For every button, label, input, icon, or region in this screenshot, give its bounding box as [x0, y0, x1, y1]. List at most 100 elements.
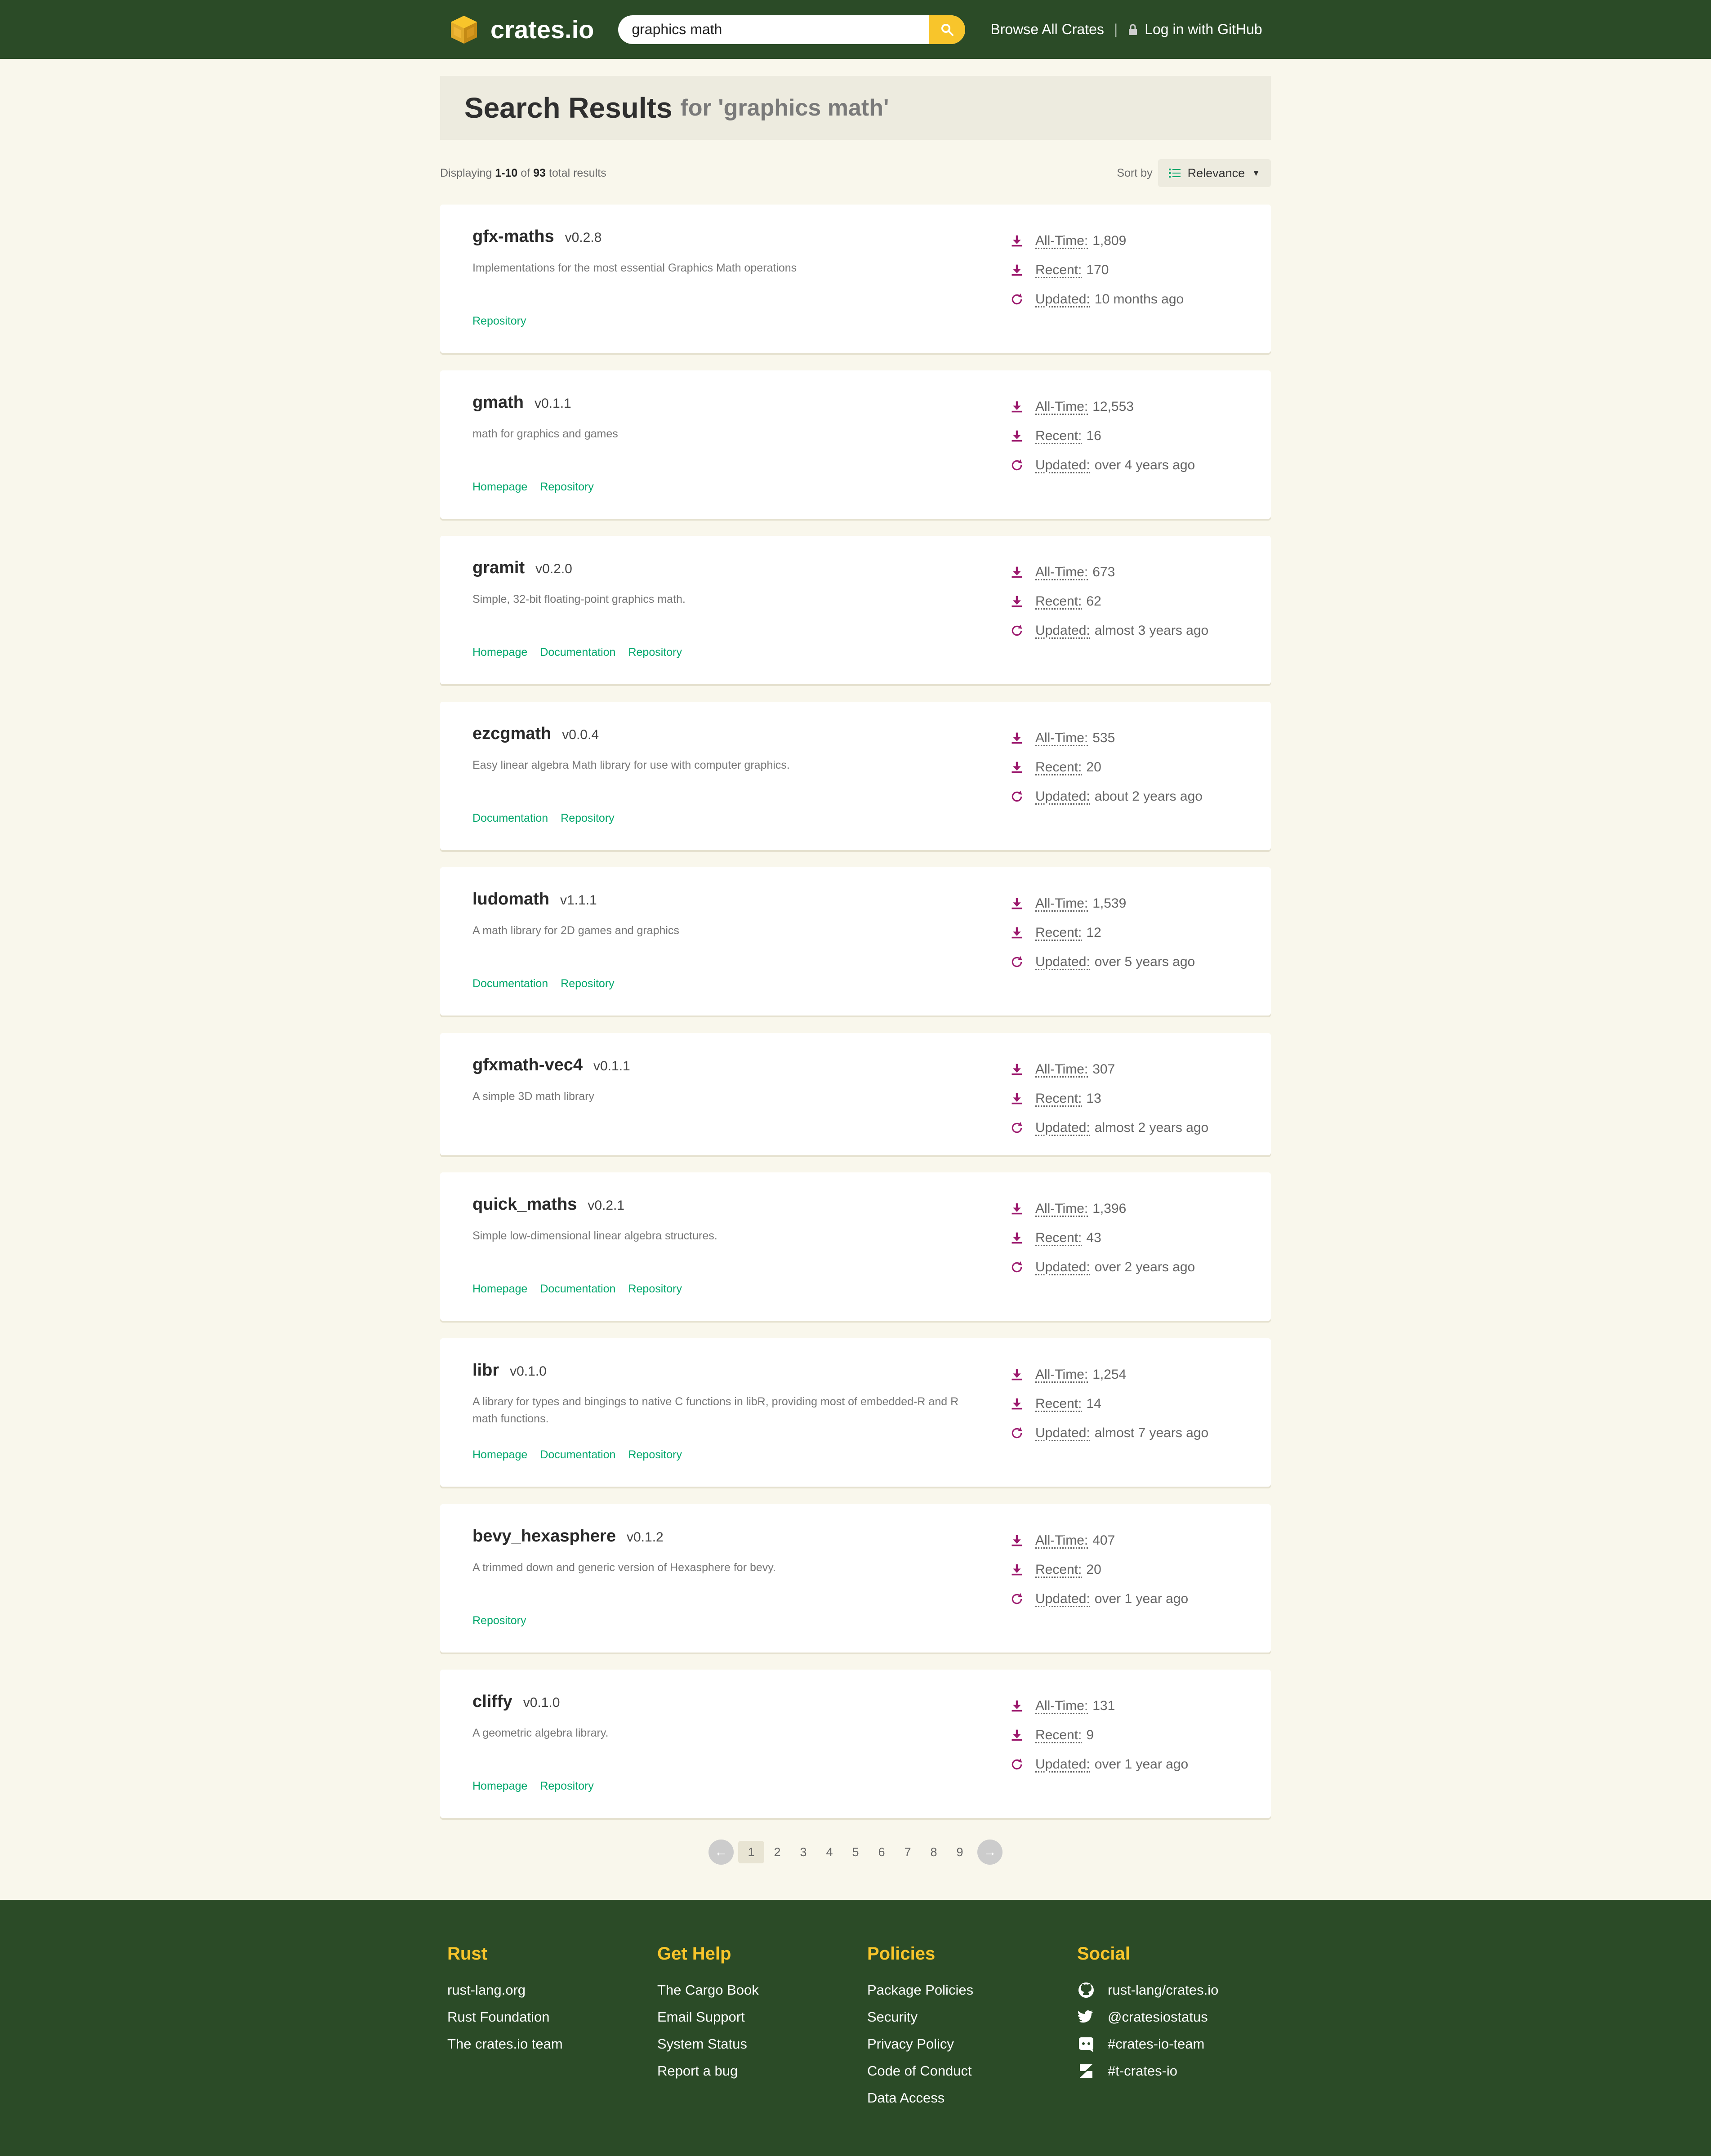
crate-name-link[interactable]: libr v0.1.0 — [472, 1361, 547, 1380]
stat-all-time: All-Time: 131 — [1009, 1691, 1188, 1720]
page-6-link[interactable]: 6 — [869, 1841, 895, 1863]
crate-link-documentation[interactable]: Documentation — [540, 646, 615, 659]
download-icon — [1009, 1062, 1025, 1077]
results-count: Displaying 1-10 of 93 total results — [440, 167, 606, 180]
results-suffix: total results — [548, 166, 606, 179]
crate-link-homepage[interactable]: Homepage — [472, 646, 527, 659]
footer-link[interactable]: System Status — [657, 2031, 759, 2058]
stat-label-updated: Updated: — [1035, 291, 1090, 307]
crate-card: cliffy v0.1.0 A geometric algebra library… — [440, 1670, 1271, 1818]
crate-link-documentation[interactable]: Documentation — [540, 1283, 615, 1296]
crate-name-link[interactable]: ezcgmath v0.0.4 — [472, 724, 599, 744]
footer-link[interactable]: #crates-io-team — [1077, 2031, 1218, 2058]
crate-link-documentation[interactable]: Documentation — [540, 1448, 615, 1461]
crate-link-repository[interactable]: Repository — [472, 1614, 526, 1627]
crate-link-repository[interactable]: Repository — [472, 315, 526, 328]
stat-label-updated: Updated: — [1035, 1591, 1090, 1606]
arrow-right-icon: → — [983, 1844, 997, 1859]
crate-link-repository[interactable]: Repository — [628, 646, 682, 659]
crate-link-homepage[interactable]: Homepage — [472, 481, 527, 494]
stat-updated: Updated: over 1 year ago — [1009, 1584, 1188, 1613]
stat-value-all-time: 535 — [1092, 730, 1115, 745]
footer-link[interactable]: Security — [867, 2004, 973, 2031]
crate-stats: All-Time: 12,553 Recent: 16 Updated: over 4… — [1009, 392, 1195, 480]
download-icon — [1009, 233, 1025, 249]
footer-link[interactable]: Privacy Policy — [867, 2031, 973, 2058]
page-2-link[interactable]: 2 — [764, 1841, 790, 1863]
crate-link-repository[interactable]: Repository — [561, 812, 615, 825]
footer-link-label: Privacy Policy — [867, 2036, 954, 2052]
download-icon — [1009, 1201, 1025, 1216]
next-page-button[interactable]: → — [977, 1840, 1003, 1865]
login-with-github-link[interactable]: Log in with GitHub — [1127, 21, 1262, 38]
footer-link[interactable]: Report a bug — [657, 2058, 759, 2085]
crate-link-repository[interactable]: Repository — [561, 977, 615, 990]
crate-name-link[interactable]: quick_maths v0.2.1 — [472, 1195, 624, 1214]
footer-link-label: The crates.io team — [447, 2036, 563, 2052]
stat-value-recent: 14 — [1086, 1396, 1101, 1411]
page-4-link[interactable]: 4 — [816, 1841, 842, 1863]
crate-name-link[interactable]: gramit v0.2.0 — [472, 558, 572, 578]
crate-name-link[interactable]: bevy_hexasphere v0.1.2 — [472, 1527, 664, 1546]
footer-link[interactable]: @cratesiostatus — [1077, 2004, 1218, 2031]
crate-card: gramit v0.2.0 Simple, 32-bit floating-poi… — [440, 536, 1271, 684]
crate-link-repository[interactable]: Repository — [540, 481, 594, 494]
stat-label-updated: Updated: — [1035, 788, 1090, 804]
crate-description: A simple 3D math library — [472, 1090, 594, 1103]
crate-links: Repository — [472, 315, 526, 328]
footer-link[interactable]: The crates.io team — [447, 2031, 563, 2058]
crate-name-link[interactable]: gmath v0.1.1 — [472, 393, 571, 412]
footer-link[interactable]: Package Policies — [867, 1977, 973, 2004]
download-icon — [1009, 399, 1025, 414]
crate-links: Homepage Documentation Repository — [472, 646, 682, 659]
footer-link[interactable]: Email Support — [657, 2004, 759, 2031]
footer-link[interactable]: Data Access — [867, 2085, 973, 2111]
search-input[interactable] — [618, 15, 930, 44]
crate-name-link[interactable]: gfxmath-vec4 v0.1.1 — [472, 1056, 630, 1075]
stat-value-updated: over 5 years ago — [1094, 954, 1195, 969]
crate-link-homepage[interactable]: Homepage — [472, 1448, 527, 1461]
stat-all-time: All-Time: 1,809 — [1009, 226, 1184, 255]
logo-text: crates.io — [490, 15, 594, 44]
page-1-link[interactable]: 1 — [738, 1841, 764, 1863]
crate-name-link[interactable]: gfx-maths v0.2.8 — [472, 227, 602, 246]
stat-label-recent: Recent: — [1035, 925, 1082, 940]
stat-value-all-time: 1,809 — [1092, 233, 1127, 248]
search-button[interactable] — [929, 15, 966, 44]
prev-page-button[interactable]: ← — [708, 1840, 734, 1865]
crate-link-homepage[interactable]: Homepage — [472, 1283, 527, 1296]
stat-label-recent: Recent: — [1035, 1091, 1082, 1106]
crate-name-link[interactable]: cliffy v0.1.0 — [472, 1692, 560, 1711]
browse-all-crates-link[interactable]: Browse All Crates — [990, 21, 1104, 38]
sort-value: Relevance — [1187, 166, 1245, 180]
footer-link[interactable]: Code of Conduct — [867, 2058, 973, 2085]
crate-links: Homepage Repository — [472, 1780, 594, 1793]
page-5-link[interactable]: 5 — [842, 1841, 869, 1863]
crate-links: Repository — [472, 1614, 526, 1627]
crate-link-repository[interactable]: Repository — [628, 1283, 682, 1296]
crate-link-documentation[interactable]: Documentation — [472, 977, 548, 990]
crates-io-logo-link[interactable]: crates.io — [447, 13, 594, 46]
crate-name-link[interactable]: ludomath v1.1.1 — [472, 890, 597, 909]
page-8-link[interactable]: 8 — [921, 1841, 947, 1863]
stat-value-updated: almost 2 years ago — [1094, 1120, 1209, 1135]
crate-links: Documentation Repository — [472, 977, 615, 990]
footer-link[interactable]: rust-lang/crates.io — [1077, 1977, 1218, 2004]
page-7-link[interactable]: 7 — [895, 1841, 921, 1863]
crate-stats: All-Time: 673 Recent: 62 Updated: almost 3 … — [1009, 557, 1208, 645]
login-label: Log in with GitHub — [1145, 21, 1262, 37]
footer-link[interactable]: rust-lang.org — [447, 1977, 563, 2004]
footer-column-title: Rust — [447, 1944, 487, 1964]
sort-dropdown[interactable]: Relevance ▼ — [1158, 159, 1271, 187]
footer-link[interactable]: Rust Foundation — [447, 2004, 563, 2031]
crate-link-repository[interactable]: Repository — [540, 1780, 594, 1793]
page-9-link[interactable]: 9 — [947, 1841, 973, 1863]
crate-link-repository[interactable]: Repository — [628, 1448, 682, 1461]
page-3-link[interactable]: 3 — [790, 1841, 816, 1863]
crate-description: Easy linear algebra Math library for use… — [472, 759, 790, 771]
footer-link[interactable]: The Cargo Book — [657, 1977, 759, 2004]
footer-link[interactable]: #t-crates-io — [1077, 2058, 1218, 2085]
crate-link-documentation[interactable]: Documentation — [472, 812, 548, 825]
download-icon — [1009, 1230, 1025, 1246]
crate-link-homepage[interactable]: Homepage — [472, 1780, 527, 1793]
